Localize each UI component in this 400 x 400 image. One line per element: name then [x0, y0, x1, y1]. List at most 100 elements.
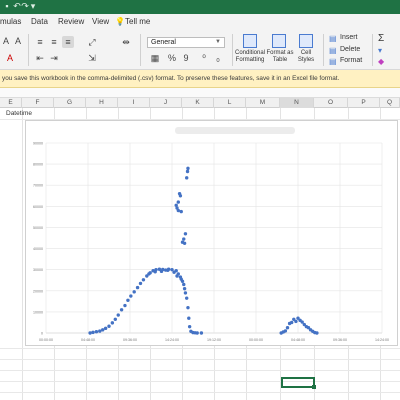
- column-header[interactable]: N: [280, 98, 314, 108]
- decrease-decimal-icon[interactable]: ₀: [212, 52, 224, 64]
- fill-icon[interactable]: ▾: [378, 46, 382, 55]
- data-point: [174, 269, 178, 273]
- data-point: [166, 268, 170, 272]
- x-tick-label: 00:00:00: [39, 338, 53, 342]
- lightbulb-icon[interactable]: 💡: [115, 17, 125, 26]
- column-header[interactable]: M: [246, 98, 280, 108]
- currency-icon[interactable]: ▦: [149, 52, 161, 64]
- grid-line: [0, 359, 400, 360]
- title-bar: ▪ ↶ ↷ ▾: [0, 0, 400, 14]
- ribbon-separator: [140, 34, 141, 66]
- indent-decrease-icon[interactable]: ⇤: [34, 52, 46, 64]
- percent-button[interactable]: %: [166, 52, 178, 64]
- data-point: [138, 281, 143, 286]
- data-point: [98, 329, 102, 333]
- wrap-text-icon[interactable]: ⇲: [86, 52, 98, 64]
- column-header[interactable]: K: [182, 98, 214, 108]
- delete-icon[interactable]: ▤: [329, 46, 337, 55]
- cell-styles-icon[interactable]: [299, 34, 313, 48]
- menu-bar: mulas Data Review View 💡 Tell me: [0, 14, 400, 30]
- insert-button[interactable]: Insert: [340, 34, 358, 41]
- chart-title-placeholder[interactable]: [175, 127, 295, 134]
- column-header[interactable]: H: [86, 98, 118, 108]
- align-left-icon[interactable]: ≡: [34, 36, 46, 48]
- data-point: [195, 331, 199, 335]
- data-point: [186, 166, 190, 171]
- column-header[interactable]: Q: [380, 98, 400, 108]
- data-point: [126, 298, 130, 302]
- comma-style-button[interactable]: 9: [180, 52, 192, 64]
- data-point: [182, 282, 186, 287]
- data-point: [186, 305, 190, 310]
- number-format-select[interactable]: General ▼: [147, 37, 225, 48]
- indent-increase-icon[interactable]: ⇥: [48, 52, 60, 64]
- cell-datetime-header[interactable]: Datetime: [6, 110, 32, 117]
- data-point: [129, 294, 133, 298]
- data-point: [91, 330, 95, 335]
- ribbon: A A A ≡ ≡ ≡ ⇤ ⇥ ⤢ ⇲ ⇹ General ▼ ▦ % 9 ⁰ …: [0, 30, 400, 70]
- column-header[interactable]: G: [54, 98, 86, 108]
- delete-button[interactable]: Delete: [340, 46, 360, 53]
- x-tick-label: 04:48:00: [81, 338, 95, 342]
- grid-line: [0, 381, 400, 382]
- data-point: [187, 316, 191, 320]
- merge-icon[interactable]: ⇹: [120, 36, 132, 48]
- column-header[interactable]: L: [214, 98, 246, 108]
- data-point: [159, 269, 164, 274]
- decrease-font-icon[interactable]: A: [12, 35, 24, 47]
- clear-icon[interactable]: ◆: [378, 57, 384, 66]
- autosum-icon[interactable]: Σ: [378, 33, 384, 44]
- y-tick-label: 60000: [33, 205, 43, 209]
- data-point: [175, 274, 179, 278]
- customize-toolbar-icon[interactable]: ▾: [28, 1, 38, 11]
- insert-icon[interactable]: ▤: [329, 34, 337, 43]
- column-header[interactable]: J: [150, 98, 182, 108]
- y-tick-label: 90000: [33, 142, 43, 146]
- menu-view[interactable]: View: [92, 17, 109, 26]
- data-point: [185, 176, 189, 180]
- selected-cell[interactable]: [281, 377, 315, 388]
- column-header-row: E F G H I J K L M N O P Q: [0, 97, 400, 108]
- formula-bar[interactable]: [0, 88, 400, 97]
- menu-review[interactable]: Review: [58, 17, 84, 26]
- orientation-icon[interactable]: ⤢: [86, 36, 98, 48]
- increase-font-icon[interactable]: A: [0, 35, 12, 47]
- y-tick-label: 10000: [33, 310, 43, 314]
- column-header[interactable]: F: [22, 98, 54, 108]
- data-point: [182, 241, 187, 245]
- data-point: [185, 296, 189, 300]
- format-as-table-label[interactable]: Format as Table: [266, 50, 294, 64]
- x-tick-label: 14:24:00: [375, 338, 389, 342]
- x-tick-label: 00:00:00: [249, 338, 263, 342]
- column-header[interactable]: I: [118, 98, 150, 108]
- cell-styles-label[interactable]: Cell Styles: [295, 50, 317, 64]
- font-color-icon[interactable]: A: [4, 52, 16, 64]
- menu-data[interactable]: Data: [31, 17, 48, 26]
- format-button[interactable]: Format: [340, 57, 362, 64]
- scatter-chart[interactable]: 0 10000 20000 30000 40000 50000 60000 70000 8000…: [25, 120, 398, 346]
- conditional-formatting-icon[interactable]: [243, 34, 257, 48]
- data-point: [285, 326, 290, 330]
- format-icon[interactable]: ▤: [329, 57, 337, 66]
- tell-me-search[interactable]: Tell me: [125, 17, 150, 26]
- data-point: [103, 326, 108, 331]
- increase-decimal-icon[interactable]: ⁰: [198, 52, 210, 64]
- conditional-formatting-label[interactable]: Conditional Formatting: [233, 50, 267, 64]
- data-point: [135, 285, 140, 290]
- save-icon[interactable]: ▪: [2, 1, 12, 11]
- format-as-table-icon[interactable]: [272, 34, 286, 48]
- align-right-icon[interactable]: ≡: [62, 36, 74, 48]
- menu-formulas[interactable]: mulas: [0, 17, 21, 26]
- align-center-icon[interactable]: ≡: [48, 36, 60, 48]
- column-header[interactable]: E: [0, 98, 22, 108]
- column-header[interactable]: P: [348, 98, 380, 108]
- fill-handle[interactable]: [312, 385, 316, 389]
- x-tick-label: 19:12:00: [207, 338, 221, 342]
- data-point: [179, 209, 183, 214]
- column-header[interactable]: O: [314, 98, 348, 108]
- data-point: [132, 290, 136, 294]
- csv-warning-text: you save this workbook in the comma-deli…: [2, 75, 340, 82]
- number-format-value: General: [151, 39, 176, 46]
- csv-warning-bar: you save this workbook in the comma-deli…: [0, 70, 400, 88]
- data-point: [179, 277, 183, 281]
